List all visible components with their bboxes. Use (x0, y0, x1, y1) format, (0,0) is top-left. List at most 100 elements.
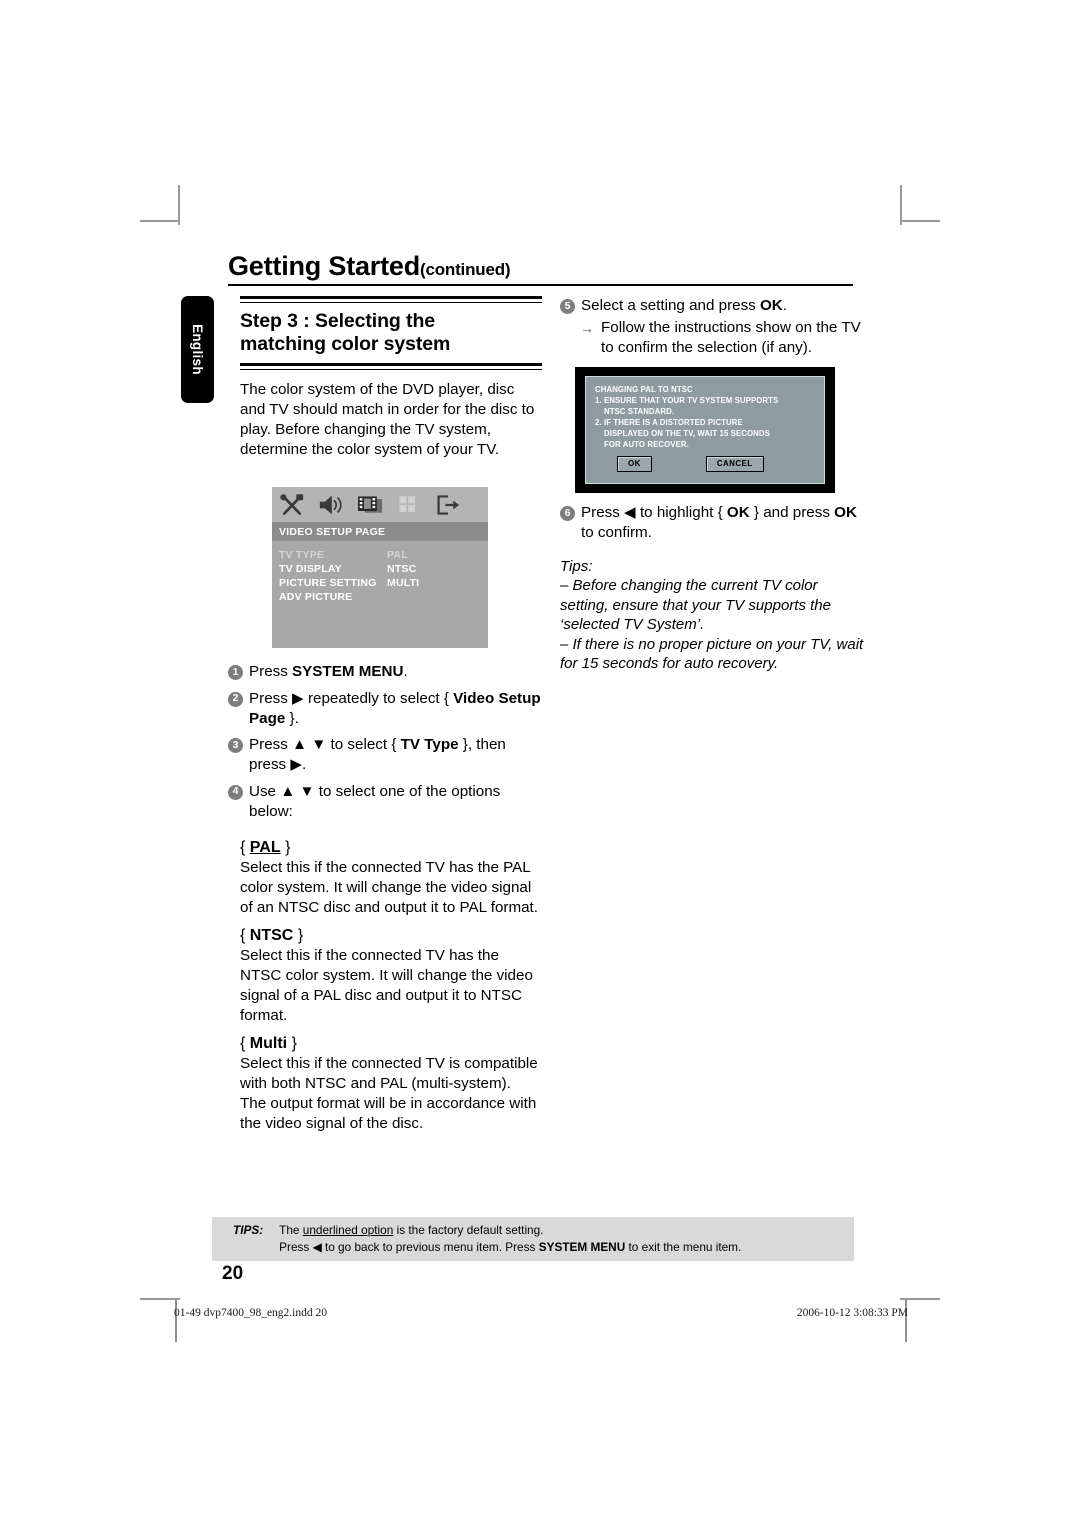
page-header: Getting Started(continued) (228, 252, 853, 287)
tips-footer-lines: The underlined option is the factory def… (279, 1222, 854, 1256)
option-title: { PAL } (240, 839, 540, 857)
tips-line2-post: to exit the menu item. (625, 1240, 742, 1254)
step-heading-rule-top-thick (240, 296, 542, 299)
left-column: Step 3 : Selecting the matching color sy… (240, 296, 542, 460)
osd-row-tv-display[interactable]: TV DISPLAY NTSC (279, 562, 488, 576)
list-item: 1 Press SYSTEM MENU. (228, 662, 546, 682)
osd-row-adv-picture[interactable]: ADV PICTURE (279, 590, 488, 604)
osd-icon-bar (272, 487, 488, 522)
tips-footer-bar: TIPS: The underlined option is the facto… (212, 1217, 854, 1261)
osd-row-value: NTSC (387, 563, 417, 575)
film-icon (358, 495, 382, 513)
osd-row-label: TV TYPE (279, 549, 325, 561)
step-text: Press ▲ ▼ to select { TV Type }, then pr… (249, 736, 506, 773)
option-close-brace: } (285, 839, 291, 856)
crop-mark-top-right-horizontal (900, 220, 940, 222)
exit-icon (437, 494, 460, 515)
option-body: Select this if the connected TV has the … (240, 946, 533, 1024)
option-body: Select this if the connected TV is compa… (240, 1054, 538, 1132)
step-number: 5 (560, 299, 575, 314)
tv-dialog: CHANGING PAL TO NTSC 1. ENSURE THAT YOUR… (585, 376, 825, 484)
osd-row-list: TV TYPE PAL TV DISPLAY NTSC PICTURE SETT… (272, 541, 488, 604)
tips-footer-line1: The underlined option is the factory def… (279, 1222, 854, 1239)
option-close-brace: } (297, 926, 304, 944)
list-item: 2 Press ▶ repeatedly to select { Video S… (228, 689, 546, 729)
option-body: Select this if the connected TV has the … (240, 859, 538, 916)
list-item: 6 Press ◀ to highlight { OK } and press … (560, 503, 865, 543)
sub-step-text: Follow the instructions show on the TV t… (601, 318, 862, 358)
osd-row-picture-setting[interactable]: PICTURE SETTING MULTI (279, 576, 488, 590)
tips-footer-label: TIPS: (233, 1223, 264, 1237)
chapter-title-suffix: (continued) (420, 260, 511, 279)
step-text: Press ◀ to highlight { OK } and press OK… (581, 504, 857, 541)
step-text: Press SYSTEM MENU. (249, 663, 408, 680)
osd-row-value: PAL (387, 549, 408, 561)
tips-line1-underlined: underlined option (302, 1222, 394, 1237)
tip-item: – If there is no proper picture on your … (560, 635, 864, 673)
option-open-brace: { (240, 1034, 246, 1052)
cancel-button[interactable]: CANCEL (705, 456, 764, 472)
tv-dialog-line2: 1. ENSURE THAT YOUR TV SYSTEM SUPPORTS (595, 396, 779, 406)
option-pal: { PAL } Select this if the connected TV … (240, 839, 540, 918)
option-title: { Multi } (240, 1035, 540, 1053)
section-heading-line1: Step 3 : Selecting the (240, 309, 436, 332)
list-item: 4 Use ▲ ▼ to select one of the options b… (228, 782, 546, 822)
arrow-right-icon: → (580, 319, 594, 336)
language-tab-label: English (190, 324, 205, 375)
tips-line2-pre: Press ◀ to go back to previous menu item… (279, 1240, 539, 1254)
crop-mark-top-right-vertical (900, 185, 902, 225)
step-list: 1 Press SYSTEM MENU. 2 Press ▶ repeatedl… (228, 662, 546, 828)
page-number: 20 (222, 1263, 244, 1284)
option-key: PAL (249, 839, 281, 856)
osd-row-label: PICTURE SETTING (279, 577, 377, 589)
ok-button[interactable]: OK (617, 456, 652, 472)
section-heading-line2: matching color system (240, 333, 451, 356)
print-footer: 01-49 dvp7400_98_eng2.indd 20 2006-10-12… (174, 1307, 908, 1319)
step-heading-rule-bottom-thick (240, 363, 542, 367)
chapter-title-text: Getting Started (228, 251, 421, 281)
option-open-brace: { (240, 839, 246, 856)
osd-video-setup-page-graphic: VIDEO SETUP PAGE TV TYPE PAL TV DISPLAY … (272, 487, 488, 648)
tips-line1-pre: The (279, 1222, 303, 1237)
option-open-brace: { (240, 926, 246, 944)
step-text: Press ▶ repeatedly to select { Video Set… (249, 689, 541, 727)
tv-dialog-line3: NTSC STANDARD. (604, 407, 675, 417)
osd-row-label: TV DISPLAY (279, 563, 342, 575)
option-multi: { Multi } Select this if the connected T… (240, 1035, 540, 1134)
step-number: 6 (560, 506, 575, 521)
right-column-continued: 6 Press ◀ to highlight { OK } and press … (560, 503, 865, 674)
step-number: 1 (228, 665, 243, 680)
option-list: { PAL } Select this if the connected TV … (240, 830, 540, 1134)
step-text: Select a setting and press OK. (581, 297, 787, 314)
language-tab: English (181, 296, 214, 403)
list-item: 3 Press ▲ ▼ to select { TV Type }, then … (228, 735, 546, 775)
tv-dialog-line1: CHANGING PAL TO NTSC (595, 385, 693, 394)
step-number: 3 (228, 738, 243, 754)
crop-mark-top-left-vertical (178, 185, 180, 225)
tv-dialog-line5: DISPLAYED ON THE TV, WAIT 15 SECONDS (604, 429, 770, 439)
osd-row-label: ADV PICTURE (279, 591, 353, 603)
intro-paragraph: The color system of the DVD player, disc… (240, 380, 535, 458)
osd-row-value: MULTI (387, 577, 420, 589)
right-column: 5 Select a setting and press OK. → Follo… (560, 296, 862, 357)
step-heading-rule-bottom-thin (240, 368, 542, 370)
option-key: NTSC (249, 926, 294, 944)
grid-icon (399, 495, 415, 512)
option-close-brace: } (291, 1034, 297, 1052)
osd-title: VIDEO SETUP PAGE (272, 522, 488, 541)
tips-footer-line2: Press ◀ to go back to previous menu item… (279, 1239, 854, 1256)
option-key: Multi (249, 1034, 288, 1052)
tips-label: Tips: (560, 557, 593, 575)
sub-step-line1: Follow the instructions show on the (601, 318, 838, 336)
tips-block: Tips: – Before changing the current TV c… (560, 557, 865, 674)
manual-page: Getting Started(continued) English Step … (0, 0, 1080, 1527)
tv-screen-illustration: CHANGING PAL TO NTSC 1. ENSURE THAT YOUR… (575, 367, 835, 493)
tv-dialog-line4: 2. IF THERE IS A DISTORTED PICTURE (595, 418, 743, 428)
tv-dialog-line6: FOR AUTO RECOVER. (604, 440, 689, 450)
step-text: Use ▲ ▼ to select one of the options bel… (249, 782, 501, 820)
header-rule (228, 284, 853, 287)
page-title: Getting Started(continued) (228, 252, 853, 280)
crop-mark-bottom-left-horizontal (140, 1298, 180, 1300)
osd-row-tv-type[interactable]: TV TYPE PAL (279, 548, 488, 562)
tips-line1-post: is the factory default setting. (393, 1222, 544, 1237)
